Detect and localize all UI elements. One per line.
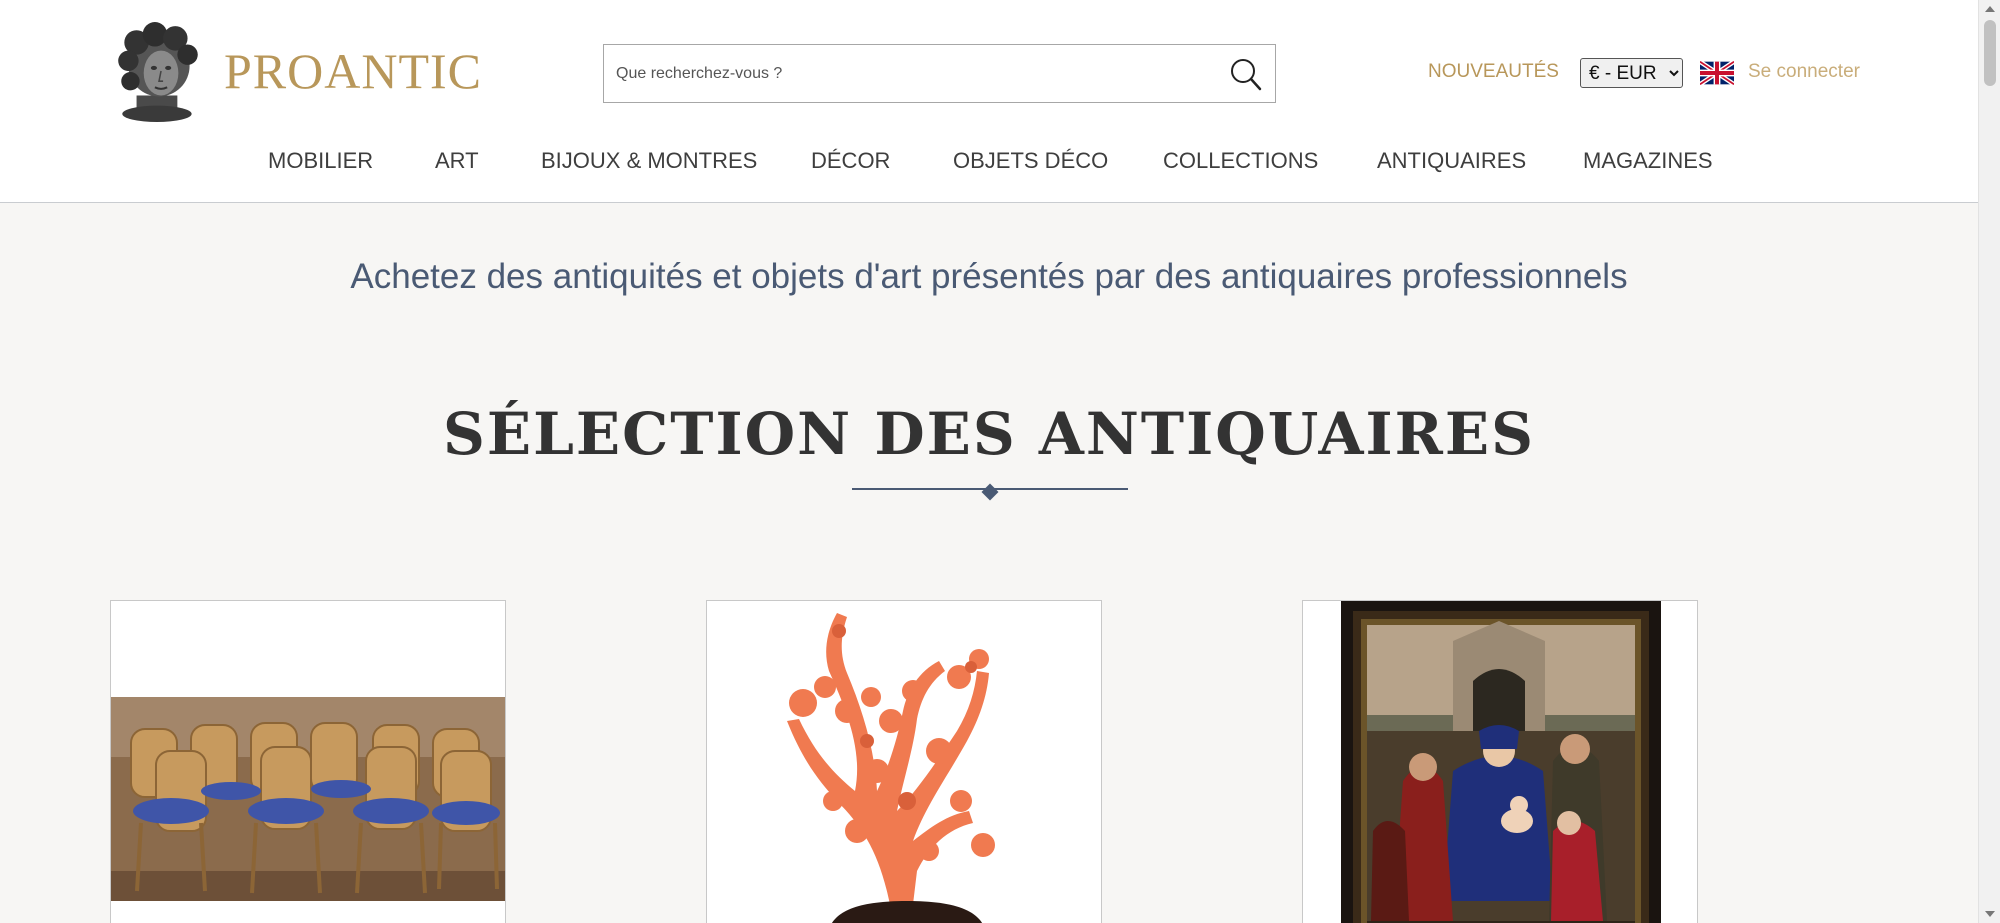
product-card-painting[interactable] xyxy=(1302,600,1698,923)
tagline: Achetez des antiquités et objets d'art p… xyxy=(350,257,1628,296)
logo-link[interactable]: PROANTIC xyxy=(108,20,482,122)
scroll-down-arrow-icon[interactable] xyxy=(1985,911,1995,917)
search-box xyxy=(603,44,1276,103)
nav-item-antiquaires[interactable]: ANTIQUAIRES xyxy=(1377,148,1526,174)
product-card-chairs[interactable] xyxy=(110,600,506,923)
site-header: PROANTIC NOUVEAUTÉS € - EUR Se connecter… xyxy=(0,0,1978,203)
title-divider-diamond xyxy=(981,483,999,501)
nouveautes-link[interactable]: NOUVEAUTÉS xyxy=(1428,61,1559,83)
search-icon xyxy=(1231,58,1262,90)
search-button[interactable] xyxy=(1215,45,1275,102)
nav-item-art[interactable]: ART xyxy=(435,148,479,174)
nav-item-collections[interactable]: COLLECTIONS xyxy=(1163,148,1318,174)
product-image-coral xyxy=(707,601,1101,923)
page-scrollbar[interactable] xyxy=(1978,0,2000,923)
uk-flag-icon[interactable] xyxy=(1700,61,1734,85)
bust-logo-icon xyxy=(118,22,198,122)
login-link[interactable]: Se connecter xyxy=(1748,61,1860,83)
section-title: SÉLECTION DES ANTIQUAIRES xyxy=(443,400,1535,468)
search-input[interactable] xyxy=(604,45,1215,102)
scrollbar-thumb[interactable] xyxy=(1984,20,1996,86)
nav-item-magazines[interactable]: MAGAZINES xyxy=(1583,148,1713,174)
product-image-painting xyxy=(1303,601,1697,923)
scroll-up-arrow-icon[interactable] xyxy=(1985,6,1995,12)
nav-item-decor[interactable]: DÉCOR xyxy=(811,148,890,174)
main-nav: MOBILIER ART BIJOUX & MONTRES DÉCOR OBJE… xyxy=(0,148,1978,178)
product-card-coral[interactable] xyxy=(706,600,1102,923)
brand-name: PROANTIC xyxy=(224,43,483,99)
currency-select[interactable]: € - EUR xyxy=(1580,58,1683,88)
nav-item-objets-deco[interactable]: OBJETS DÉCO xyxy=(953,148,1108,174)
product-image-chairs xyxy=(111,601,505,923)
nav-item-mobilier[interactable]: MOBILIER xyxy=(268,148,373,174)
nav-item-bijoux-montres[interactable]: BIJOUX & MONTRES xyxy=(541,148,757,174)
